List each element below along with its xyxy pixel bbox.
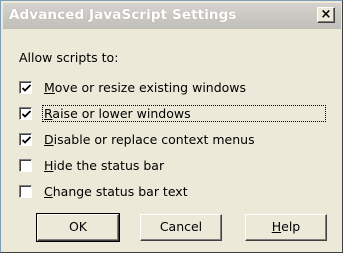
- hide-status-bar-label: Hide the status bar: [44, 158, 165, 173]
- checkmark-icon: [21, 84, 32, 92]
- advanced-javascript-settings-dialog: Advanced JavaScript Settings × Allow scr…: [0, 0, 343, 253]
- checkmark-icon: [21, 136, 32, 144]
- option-change-status-bar-text[interactable]: Change status bar text: [19, 183, 329, 203]
- allow-scripts-label: Allow scripts to:: [19, 50, 119, 65]
- option-hide-status-bar[interactable]: Hide the status bar: [19, 157, 329, 177]
- option-move-resize-windows[interactable]: Move or resize existing windows: [19, 79, 329, 99]
- move-resize-windows-checkbox[interactable]: [19, 81, 32, 94]
- move-resize-windows-label: Move or resize existing windows: [44, 80, 247, 95]
- disable-context-menus-label: Disable or replace context menus: [44, 132, 255, 147]
- hide-status-bar-checkbox[interactable]: [19, 159, 32, 172]
- change-status-bar-text-label: Change status bar text: [44, 184, 188, 199]
- raise-lower-windows-label: Raise or lower windows: [42, 105, 326, 122]
- close-icon: ×: [320, 7, 332, 22]
- cancel-button[interactable]: Cancel: [140, 214, 222, 241]
- title-bar[interactable]: Advanced JavaScript Settings ×: [3, 3, 341, 29]
- ok-button[interactable]: OK: [36, 213, 120, 242]
- raise-lower-windows-checkbox[interactable]: [19, 107, 32, 120]
- disable-context-menus-checkbox[interactable]: [19, 133, 32, 146]
- checkmark-icon: [21, 110, 32, 118]
- option-disable-context-menus[interactable]: Disable or replace context menus: [19, 131, 329, 151]
- option-raise-lower-windows[interactable]: Raise or lower windows: [19, 105, 329, 125]
- change-status-bar-text-checkbox[interactable]: [19, 185, 32, 198]
- close-button[interactable]: ×: [317, 7, 335, 23]
- window-title: Advanced JavaScript Settings: [9, 7, 237, 23]
- help-button[interactable]: Help: [245, 214, 327, 241]
